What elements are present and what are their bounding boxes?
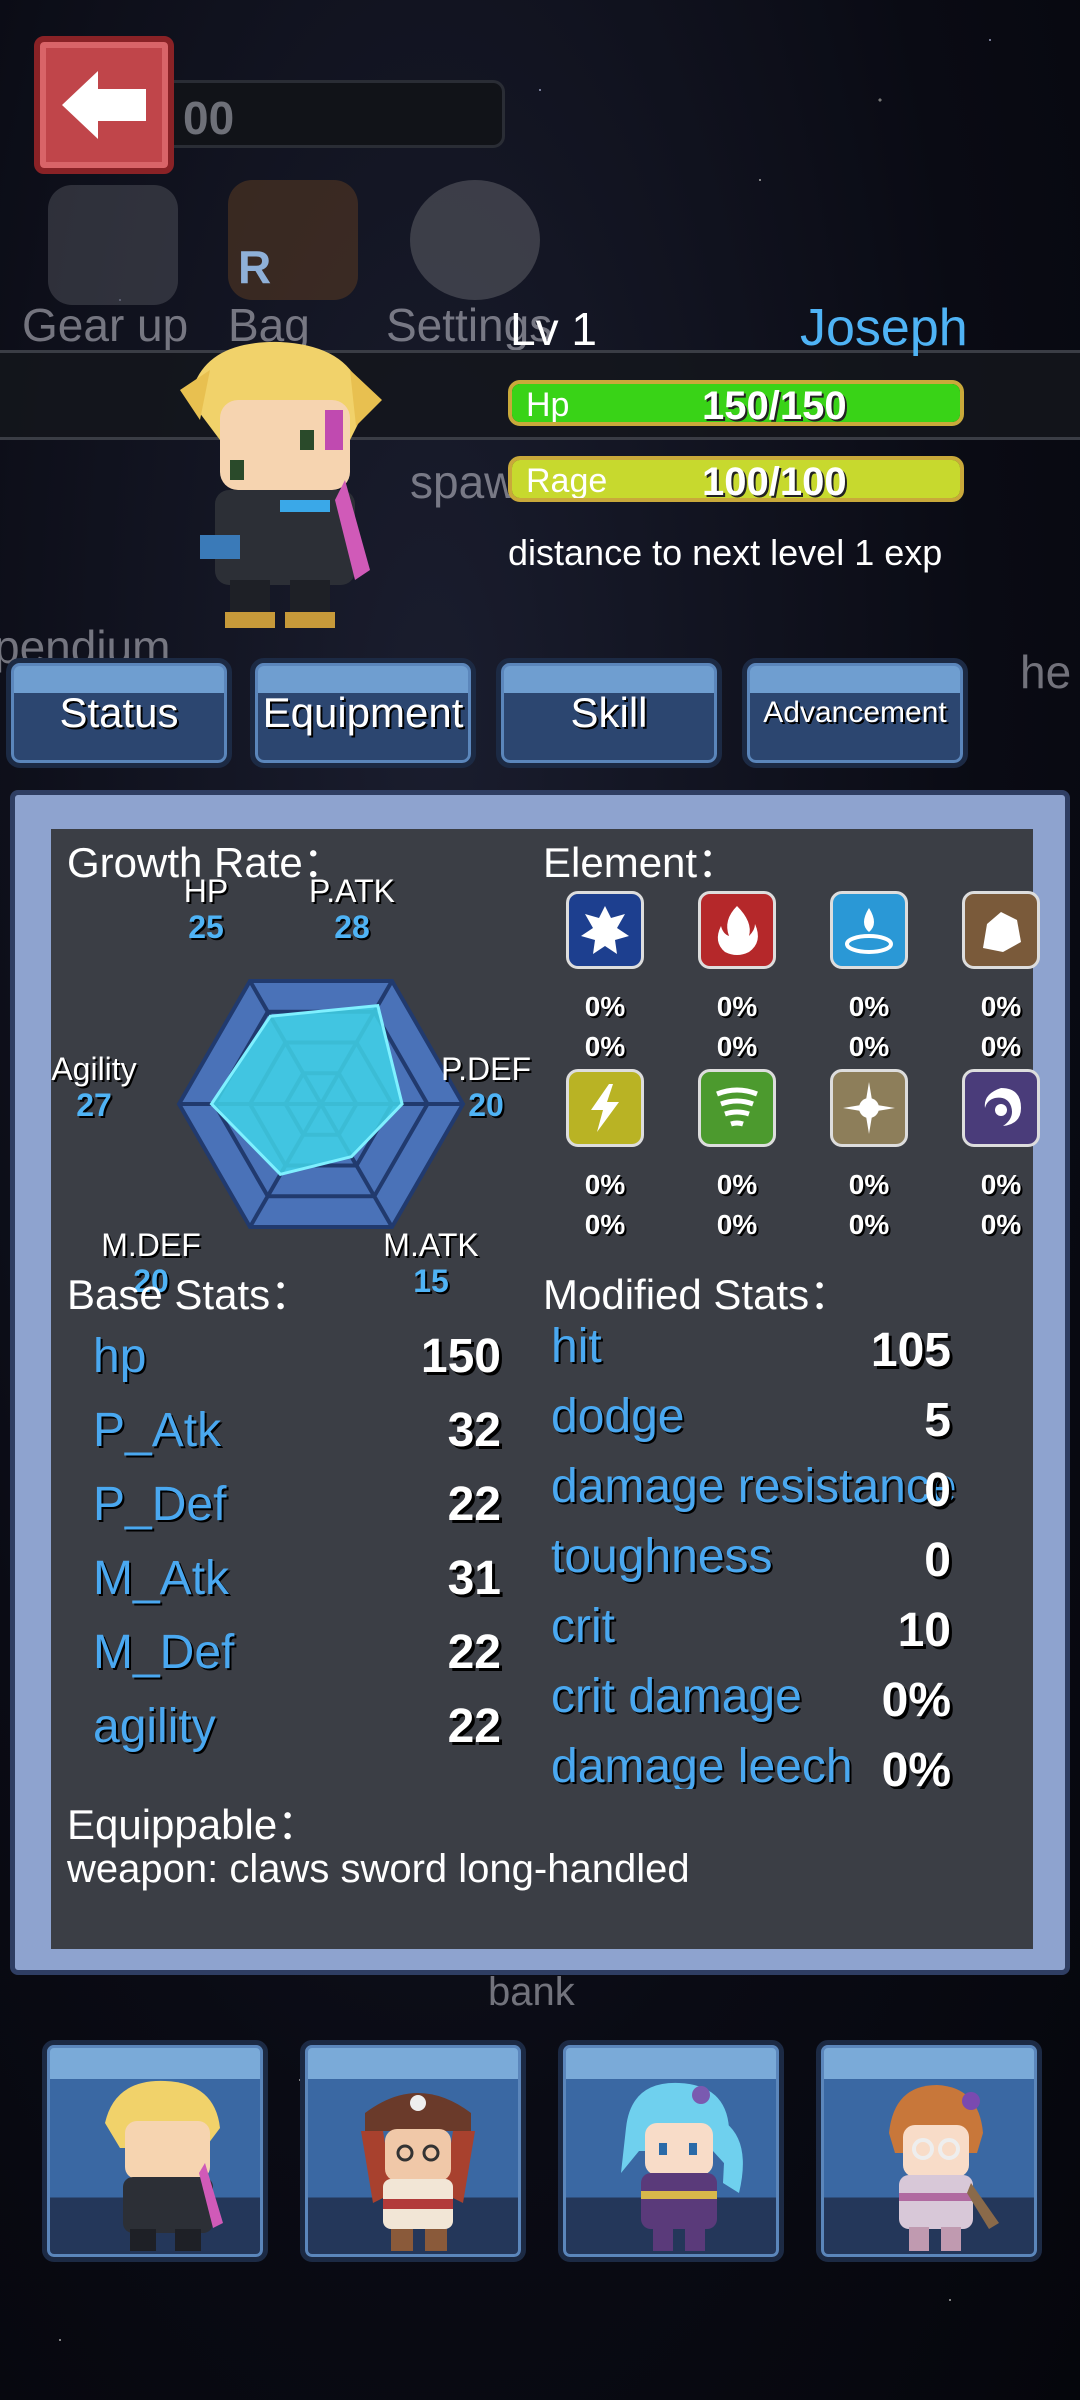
element-attack-percent: 0%: [848, 991, 890, 1022]
element-resist-percent: 0%: [584, 1031, 626, 1062]
equippable-title: Equippable：: [67, 1801, 320, 1848]
rage-bar: Rage 100/100: [508, 456, 964, 502]
modified-stat-value: 5: [924, 1394, 951, 1447]
modified-stat-value: 0%: [881, 1674, 951, 1727]
team-member-mage[interactable]: [558, 2040, 784, 2262]
status-panel: Growth Rate： Element： HP 25 P.ATK 28 P.D…: [10, 790, 1070, 1975]
bag-badge: R: [238, 241, 272, 293]
base-stat-name: M_Atk: [93, 1552, 230, 1605]
growth-label-pdef: P.DEF: [440, 1051, 532, 1087]
growth-value-matk: 15: [413, 1263, 449, 1299]
growth-label-matk: M.ATK: [383, 1227, 479, 1263]
hero-name: Joseph: [800, 299, 968, 357]
growth-label-agility: Agility: [51, 1051, 137, 1087]
back-button[interactable]: [34, 36, 174, 174]
mage-portrait: [621, 2082, 743, 2251]
base-stat-name: M_Def: [93, 1626, 235, 1679]
growth-label-hp: HP: [183, 873, 229, 909]
modified-stat-value: 0: [924, 1464, 951, 1517]
hp-label: Hp: [526, 386, 570, 424]
wind-icon: [698, 1069, 776, 1147]
spawn-label: spaw: [410, 456, 518, 508]
hp-value: 150/150: [702, 384, 847, 426]
modified-stat-value: 0%: [881, 1744, 951, 1789]
modified-stat-name: hit: [551, 1320, 602, 1373]
base-stat-name: P_Atk: [93, 1404, 222, 1457]
growth-label-mdef: M.DEF: [101, 1227, 201, 1263]
element-resist-percent: 0%: [716, 1031, 758, 1062]
equippable-weapons: weapon: claws sword long-handled: [67, 1847, 690, 1891]
base-stat-value: 22: [447, 1626, 501, 1679]
growth-value-hp: 25: [188, 909, 224, 945]
base-stat-name: agility: [93, 1700, 216, 1753]
element-resist-percent: 0%: [980, 1031, 1022, 1062]
rage-value: 100/100: [702, 460, 847, 502]
base-stat-name: P_Def: [93, 1478, 227, 1531]
lightning-icon: [566, 1069, 644, 1147]
element-resist-percent: 0%: [584, 1209, 626, 1240]
base-stats-title: Base Stats：: [67, 1271, 313, 1318]
pirate-portrait: [361, 2093, 475, 2251]
growth-value-agility: 27: [76, 1087, 112, 1123]
element-resist-percent: 0%: [716, 1209, 758, 1240]
hero-level: Lv 1: [510, 303, 597, 355]
growth-value-pdef: 20: [468, 1087, 504, 1123]
modified-stat-value: 0: [924, 1534, 951, 1587]
scholar-portrait: [889, 2085, 999, 2251]
base-stat-value: 22: [447, 1700, 501, 1753]
modified-stat-value: 10: [897, 1604, 951, 1657]
base-stat-value: 22: [447, 1478, 501, 1531]
ice-icon: [566, 891, 644, 969]
light-icon: [830, 1069, 908, 1147]
settings-gear-icon[interactable]: [410, 180, 540, 300]
modified-stats-scroll[interactable]: hit 105 dodge 5 damage resistance 0 toughness 0…: [551, 1319, 1033, 1789]
status-panel-content: Growth Rate： Element： HP 25 P.ATK 28 P.D…: [51, 829, 1040, 1949]
base-stat-value: 32: [447, 1404, 501, 1457]
tab-equipment[interactable]: Equipment: [250, 658, 476, 768]
element-title: Element：: [543, 839, 740, 886]
fire-icon: [698, 891, 776, 969]
gear-up-icon[interactable]: [48, 185, 178, 305]
element-resist-percent: 0%: [848, 1031, 890, 1062]
element-attack-percent: 0%: [584, 991, 626, 1022]
team-member-scholar[interactable]: [816, 2040, 1042, 2262]
modified-stat-name: dodge: [551, 1390, 685, 1443]
modified-stat-name: toughness: [551, 1530, 773, 1583]
right-building-label: he: [1020, 646, 1072, 698]
growth-label-patk: P.ATK: [309, 873, 395, 909]
earth-icon: [962, 891, 1040, 969]
gold-counter: 00: [150, 80, 505, 148]
modified-stat-value: 105: [870, 1324, 951, 1377]
element-attack-percent: 0%: [848, 1169, 890, 1200]
dark-icon: [962, 1069, 1040, 1147]
modified-stat-name: crit damage: [551, 1670, 802, 1723]
back-arrow-icon: [62, 71, 146, 139]
base-stat-value: 31: [447, 1552, 501, 1605]
element-resist-percent: 0%: [848, 1209, 890, 1240]
gold-value: 00: [183, 92, 235, 144]
bank-label: bank: [488, 1970, 575, 2014]
water-icon: [830, 891, 908, 969]
exp-to-next-level: distance to next level 1 exp: [508, 532, 943, 573]
element-resist-percent: 0%: [980, 1209, 1022, 1240]
base-stat-name: hp: [93, 1330, 147, 1383]
tab-skill[interactable]: Skill: [496, 658, 722, 768]
joseph-portrait: [105, 2080, 223, 2251]
element-attack-percent: 0%: [716, 991, 758, 1022]
modified-stats-title: Modified Stats：: [543, 1271, 852, 1318]
hero-sprite: [180, 341, 382, 628]
element-attack-percent: 0%: [980, 1169, 1022, 1200]
team-member-pirate[interactable]: [300, 2040, 526, 2262]
tab-advancement[interactable]: Advancement: [742, 658, 968, 768]
growth-value-patk: 28: [334, 909, 370, 945]
element-attack-percent: 0%: [980, 991, 1022, 1022]
rage-label: Rage: [526, 462, 608, 500]
element-attack-percent: 0%: [584, 1169, 626, 1200]
team-member-joseph[interactable]: [42, 2040, 268, 2262]
element-attack-percent: 0%: [716, 1169, 758, 1200]
hp-bar: Hp 150/150: [508, 380, 964, 426]
tab-status[interactable]: Status: [6, 658, 232, 768]
modified-stat-name: crit: [551, 1600, 615, 1653]
base-stat-value: 150: [420, 1330, 501, 1383]
